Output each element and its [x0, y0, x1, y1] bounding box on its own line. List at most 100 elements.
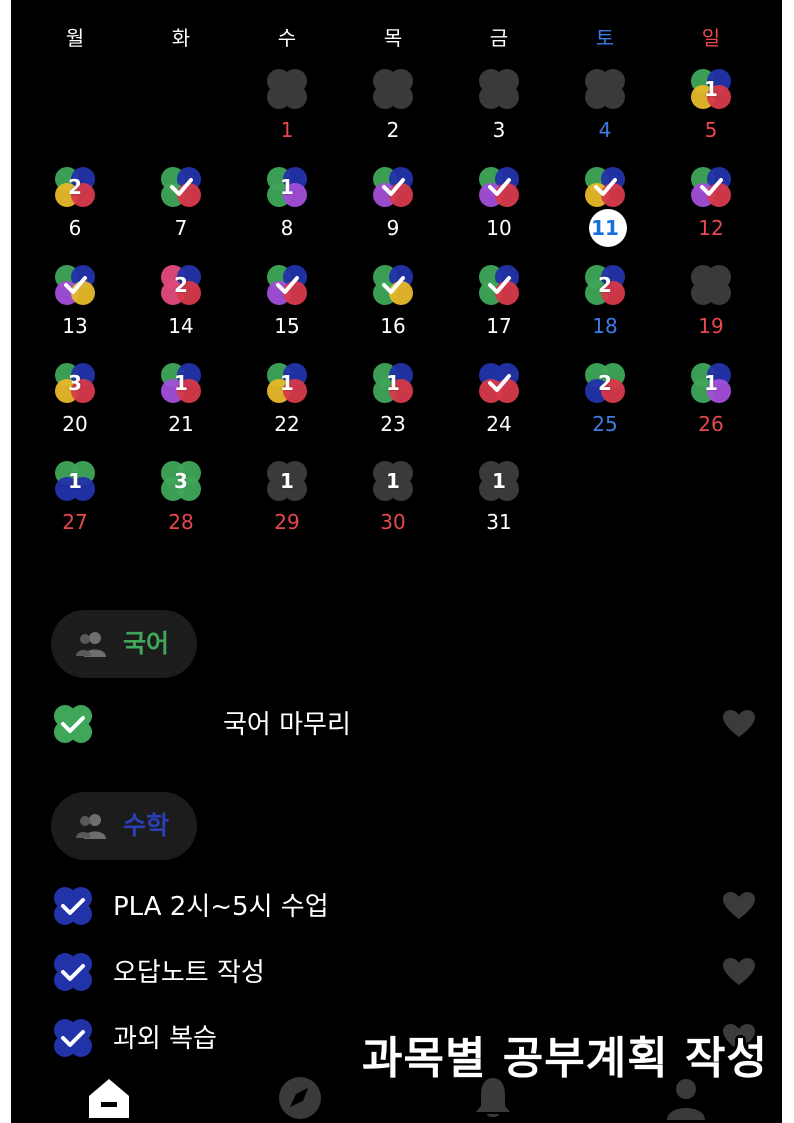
task-label: 과외 복습 [113, 1024, 217, 1054]
nav-explore[interactable] [278, 1076, 322, 1120]
day-number: 5 [704, 118, 718, 142]
clover-icon: 1 [688, 66, 734, 112]
clover-icon: 3 [158, 458, 204, 504]
day-number: 30 [380, 510, 406, 534]
clover-icon [476, 164, 522, 210]
calendar-day[interactable]: 3 [446, 58, 552, 156]
weekday-label: 일 [701, 26, 721, 50]
calendar-day[interactable]: 1 27 [22, 450, 128, 548]
clover-icon: 1 [370, 360, 416, 406]
day-number: 10 [486, 216, 512, 240]
clover-icon [476, 262, 522, 308]
calendar-day[interactable]: 2 25 [552, 352, 658, 450]
calendar-day[interactable]: 1 31 [446, 450, 552, 548]
calendar-day[interactable]: 1 [234, 58, 340, 156]
heart-icon[interactable] [723, 710, 755, 738]
clover-icon: 1 [264, 164, 310, 210]
weekday-label: 토 [595, 26, 615, 50]
task-count: 1 [704, 371, 718, 395]
calendar-day[interactable]: 15 [234, 254, 340, 352]
calendar-day[interactable]: 12 [658, 156, 764, 254]
clover-icon: 1 [52, 458, 98, 504]
heart-icon[interactable] [723, 958, 755, 986]
calendar-day[interactable]: 24 [446, 352, 552, 450]
calendar-day[interactable]: 7 [128, 156, 234, 254]
check-icon [370, 262, 416, 308]
clover-icon [52, 262, 98, 308]
day-number: 19 [698, 314, 724, 338]
calendar-day[interactable]: 3 28 [128, 450, 234, 548]
calendar-day[interactable]: 1 29 [234, 450, 340, 548]
clover-icon [582, 164, 628, 210]
home-icon [89, 1079, 129, 1118]
calendar-day[interactable]: 1 22 [234, 352, 340, 450]
calendar-day[interactable]: 3 20 [22, 352, 128, 450]
calendar-day[interactable]: 11 [552, 156, 658, 254]
task-count: 1 [280, 371, 294, 395]
clover-icon: 2 [582, 262, 628, 308]
calendar-day[interactable]: 2 14 [128, 254, 234, 352]
task-count: 1 [386, 469, 400, 493]
task-row[interactable]: 국어 마무리 [51, 700, 771, 754]
calendar-day[interactable]: 15 [658, 58, 764, 156]
calendar-day[interactable]: 2 [340, 58, 446, 156]
calendar-day[interactable]: 17 [446, 254, 552, 352]
subject-label: 국어 [123, 629, 170, 658]
calendar-day[interactable]: 1 30 [340, 450, 446, 548]
clover-icon: 2 [52, 164, 98, 210]
check-clover-icon[interactable] [51, 702, 95, 746]
day-number: 31 [486, 510, 512, 534]
weekday-label: 월 [65, 26, 85, 50]
day-number: 22 [274, 412, 300, 436]
calendar-day[interactable]: 19 [658, 254, 764, 352]
task-count: 1 [280, 175, 294, 199]
day-number: 7 [174, 216, 188, 240]
day-number: 2 [386, 118, 400, 142]
clover-icon: 1 [264, 458, 310, 504]
task-row[interactable]: PLA 2시~5시 수업 [51, 882, 771, 936]
check-clover-icon[interactable] [51, 1016, 95, 1060]
day-number: 18 [592, 314, 618, 338]
day-number: 29 [274, 510, 300, 534]
task-count: 2 [598, 273, 612, 297]
check-clover-icon[interactable] [51, 884, 95, 928]
clover-icon: 1 [370, 458, 416, 504]
day-number: 11 [591, 216, 619, 240]
calendar-day[interactable]: 1 26 [658, 352, 764, 450]
calendar-day[interactable]: 2 18 [552, 254, 658, 352]
task-count: 1 [492, 469, 506, 493]
weekday-label: 화 [171, 26, 191, 50]
day-number: 4 [598, 118, 612, 142]
clover-icon [370, 262, 416, 308]
weekday-label: 목 [383, 26, 403, 50]
check-icon [370, 164, 416, 210]
day-number: 27 [62, 510, 88, 534]
calendar-day[interactable]: 18 [234, 156, 340, 254]
day-number: 6 [68, 216, 82, 240]
day-number: 20 [62, 412, 88, 436]
check-clover-icon[interactable] [51, 950, 95, 994]
subject-chip-math[interactable]: 수학 [51, 792, 197, 860]
calendar-day[interactable]: 4 [552, 58, 658, 156]
nav-home[interactable] [87, 1076, 131, 1120]
day-number: 8 [280, 216, 294, 240]
clover-icon [688, 262, 734, 308]
calendar-day[interactable]: 26 [22, 156, 128, 254]
calendar-day[interactable]: 9 [340, 156, 446, 254]
calendar-day[interactable]: 16 [340, 254, 446, 352]
day-number: 15 [274, 314, 300, 338]
calendar-day[interactable]: 13 [22, 254, 128, 352]
overlay-caption: 과목별 공부계획 작성 [362, 1033, 768, 1084]
task-row[interactable]: 오답노트 작성 [51, 948, 771, 1002]
day-number: 16 [380, 314, 406, 338]
calendar-day[interactable]: 1 21 [128, 352, 234, 450]
subject-label: 수학 [123, 811, 170, 840]
task-count: 1 [386, 371, 400, 395]
calendar-day[interactable]: 1 23 [340, 352, 446, 450]
task-count: 1 [704, 77, 718, 101]
subject-chip-korean[interactable]: 국어 [51, 610, 197, 678]
heart-icon[interactable] [723, 892, 755, 920]
calendar-day[interactable]: 10 [446, 156, 552, 254]
clover-icon [370, 66, 416, 112]
day-number: 28 [168, 510, 194, 534]
